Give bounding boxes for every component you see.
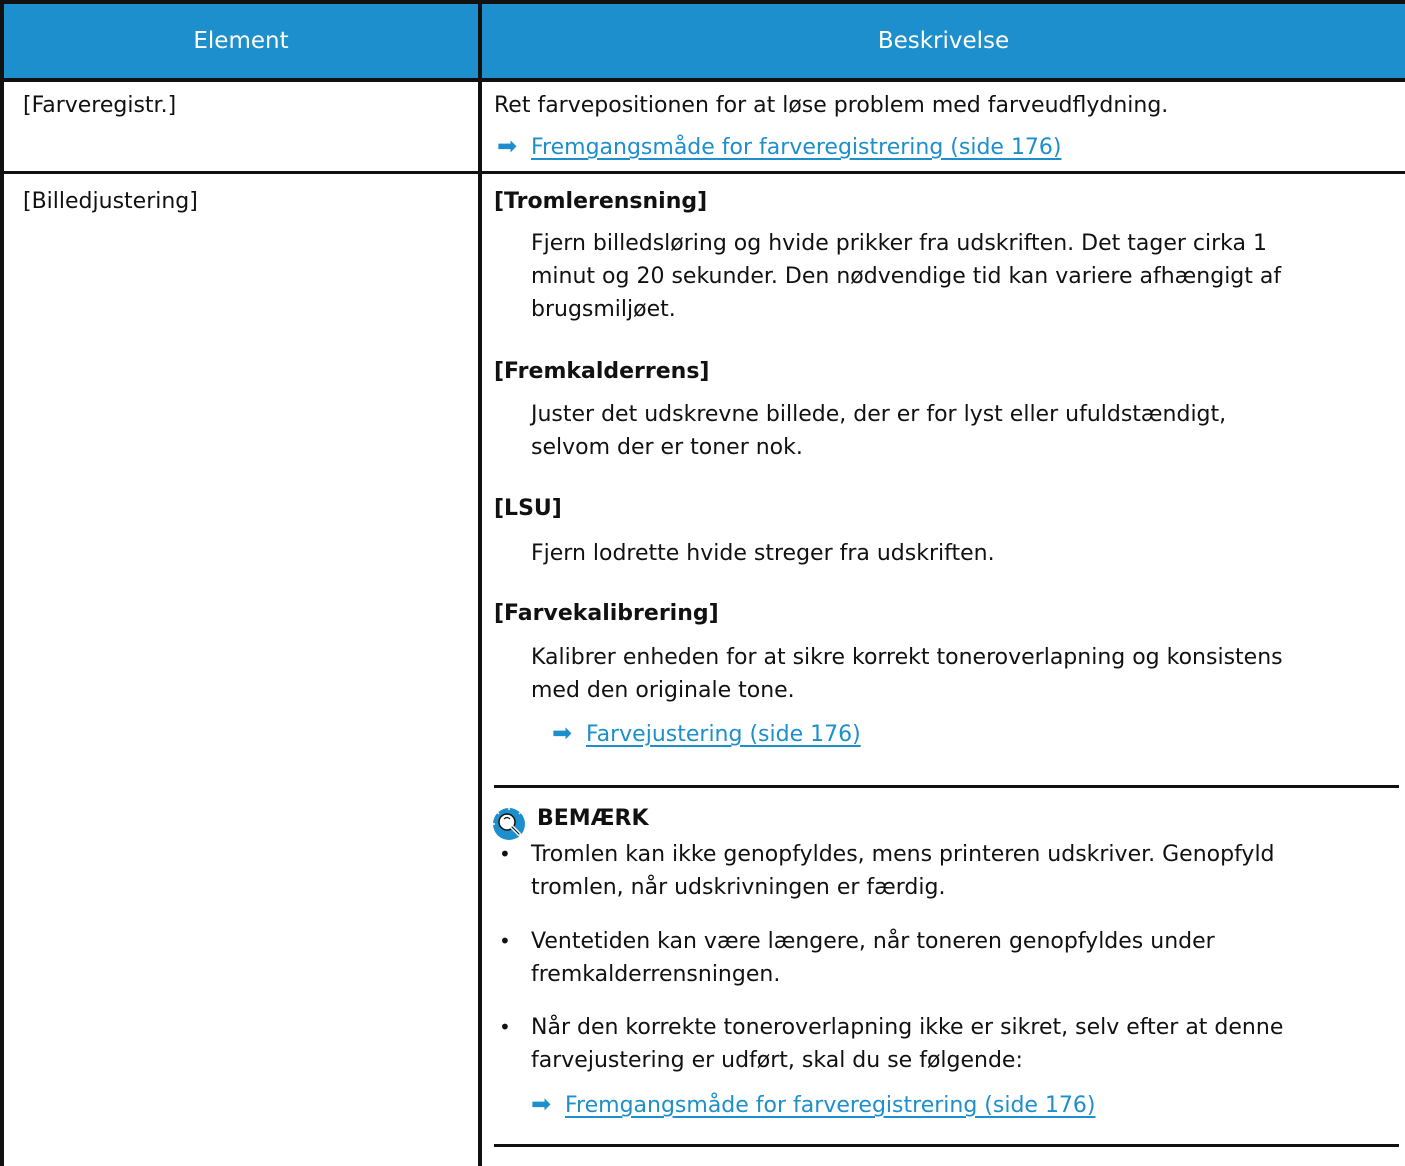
subsection-text-fremkalderrens: Juster det udskrevne billede, der er for… xyxy=(531,398,1397,464)
subsection-text-farvekalibrering: Kalibrer enheden for at sikre korrekt to… xyxy=(531,641,1397,707)
note-item: Når den korrekte toneroverlapning ikke e… xyxy=(531,1011,1283,1077)
text-line: Juster det udskrevne billede, der er for… xyxy=(531,402,1227,427)
row-farveregistr-element: [Farveregistr.] xyxy=(23,93,177,118)
bullet-dot: • xyxy=(499,1015,511,1039)
header-element: Element xyxy=(193,28,289,54)
farvejustering-link-line: ➡ Farvejustering (side 176) xyxy=(552,717,861,751)
right-arrow-icon: ➡ xyxy=(531,1090,552,1118)
note-item: Tromlen kan ikke genopfyldes, mens print… xyxy=(531,838,1275,904)
note-top-rule xyxy=(494,785,1399,788)
row-divider xyxy=(0,171,1405,174)
lightbulb-note-icon xyxy=(493,808,525,840)
note-link-line: ➡ Fremgangsmåde for farveregistrering (si… xyxy=(531,1088,1096,1122)
column-divider xyxy=(478,0,482,1166)
text-line: farvejustering er udført, skal du se føl… xyxy=(531,1048,1023,1073)
subsection-title-lsu: [LSU] xyxy=(494,496,562,521)
header-description: Beskrivelse xyxy=(877,28,1010,54)
farvejustering-link[interactable]: Farvejustering (side 176) xyxy=(586,722,861,747)
text-line: med den originale tone. xyxy=(531,678,795,703)
note-bottom-rule xyxy=(494,1144,1399,1147)
subsection-title-tromlerensning: [Tromlerensning] xyxy=(494,189,708,214)
right-arrow-icon: ➡ xyxy=(497,132,518,160)
text-line: minut og 20 sekunder. Den nødvendige tid… xyxy=(531,264,1282,289)
right-arrow-icon: ➡ xyxy=(552,719,573,747)
row-farveregistr-link-line: ➡ Fremgangsmåde for farveregistrering (si… xyxy=(497,130,1062,164)
text-line: Fjern lodrette hvide streger fra udskrif… xyxy=(531,541,995,566)
subsection-text-lsu: Fjern lodrette hvide streger fra udskrif… xyxy=(531,537,1397,570)
farveregistrering-link[interactable]: Fremgangsmåde for farveregistrering (sid… xyxy=(531,135,1062,160)
text-line: Ventetiden kan være længere, når toneren… xyxy=(531,929,1215,954)
text-line: Kalibrer enheden for at sikre korrekt to… xyxy=(531,645,1283,670)
text-line: tromlen, når udskrivningen er færdig. xyxy=(531,875,946,900)
text-line: brugsmiljøet. xyxy=(531,297,676,322)
text-line: Tromlen kan ikke genopfyldes, mens print… xyxy=(531,842,1275,867)
table-left-border xyxy=(0,0,4,1166)
text-line: fremkalderrensningen. xyxy=(531,962,781,987)
text-line: Fjern billedsløring og hvide prikker fra… xyxy=(531,231,1267,256)
note-item: Ventetiden kan være længere, når toneren… xyxy=(531,925,1215,991)
settings-table: Element Beskrivelse [Farveregistr.] Ret … xyxy=(0,0,1405,1166)
header-divider xyxy=(0,78,1405,82)
text-line: selvom der er toner nok. xyxy=(531,435,803,460)
note-title: BEMÆRK xyxy=(537,806,649,831)
row-farveregistr-description: Ret farvepositionen for at løse problem … xyxy=(494,93,1169,118)
bullet-dot: • xyxy=(499,842,511,866)
subsection-title-fremkalderrens: [Fremkalderrens] xyxy=(494,359,710,384)
note-farveregistrering-link[interactable]: Fremgangsmåde for farveregistrering (sid… xyxy=(565,1093,1096,1118)
text-line: Når den korrekte toneroverlapning ikke e… xyxy=(531,1015,1284,1040)
subsection-title-farvekalibrering: [Farvekalibrering] xyxy=(494,601,719,626)
row-billedjustering-element: [Billedjustering] xyxy=(23,189,198,214)
table-header-row: Element Beskrivelse xyxy=(4,4,1405,78)
bullet-dot: • xyxy=(499,929,511,953)
subsection-text-tromlerensning: Fjern billedsløring og hvide prikker fra… xyxy=(531,227,1397,326)
